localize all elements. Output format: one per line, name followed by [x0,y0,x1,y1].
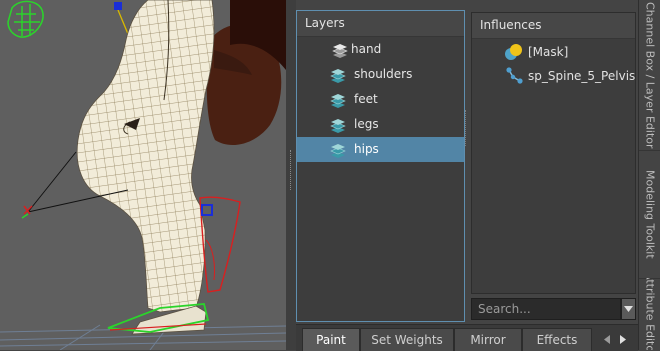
influence-row[interactable]: [Mask] [472,40,635,64]
layer-row-legs[interactable]: legs [297,112,464,137]
green-control-curve [7,0,44,38]
layer-stack-teal-icon [330,92,346,108]
layer-row-shoulders[interactable]: shoulders [297,62,464,87]
layer-label: hand [351,42,382,56]
layers-list: hand shoulders feet legs hips [297,37,464,162]
search-dropdown-button[interactable] [621,298,636,320]
tab-scroll-right-button[interactable] [616,330,630,348]
layer-label: feet [354,92,378,106]
layers-header: Layers [297,11,464,37]
tab-set-weights[interactable]: Set Weights [360,328,454,351]
layer-stack-teal-icon [330,117,346,133]
influence-label: [Mask] [528,45,569,59]
influence-row[interactable]: sp_Spine_5_Pelvis [472,64,635,88]
viewport-splitter[interactable] [286,0,296,350]
viewport-scene [0,0,286,350]
tab-paint[interactable]: Paint [302,328,360,351]
layers-panel: Layers hand shoulders feet legs hips [296,10,465,322]
tab-mirror[interactable]: Mirror [454,328,522,351]
influences-list: [Mask] sp_Spine_5_Pelvis [472,39,635,88]
side-tab-attribute-editor[interactable]: Attribute Editor [639,278,660,350]
layer-label: shoulders [354,67,413,81]
layer-row-hips[interactable]: hips [297,137,464,162]
tab-effects[interactable]: Effects [522,328,592,351]
blue-joint-marker [114,2,122,10]
influence-search-input[interactable] [471,298,621,320]
blue-foot-joint [201,204,213,216]
ik-locator-red [23,205,33,215]
arrow-right-icon [620,334,626,344]
splitter-grip[interactable] [290,150,293,190]
side-tab-modeling-toolkit[interactable]: Modeling Toolkit [639,150,660,279]
arrow-left-icon [604,334,610,344]
layer-row-hand[interactable]: hand [297,37,464,62]
layer-row-feet[interactable]: feet [297,87,464,112]
chevron-down-icon [624,306,633,312]
influences-panel: Influences [Mask] sp_Spine_5_Pelvis [471,12,636,294]
layer-stack-teal-icon [330,142,346,158]
influence-label: sp_Spine_5_Pelvis [528,69,636,83]
joint-icon [504,67,524,85]
foot-control-red [199,196,241,293]
panel-divider-grip[interactable] [465,110,468,146]
layer-label: hips [354,142,379,156]
layer-label: legs [354,117,379,131]
side-dock: Channel Box / Layer Editor Modeling Tool… [638,0,660,350]
side-tab-label: Modeling Toolkit [643,169,657,259]
influences-header: Influences [472,13,635,39]
3d-viewport[interactable] [0,0,286,350]
side-tab-label: Channel Box / Layer Editor [643,1,657,149]
layer-stack-grey-icon [332,42,348,58]
side-tab-label: Attribute Editor [643,278,657,350]
mask-icon [504,43,524,61]
tool-tab-bar: Paint Set Weights Mirror Effects [296,324,638,351]
character-mesh [76,0,215,313]
side-tab-channel-box[interactable]: Channel Box / Layer Editor [639,0,660,151]
tab-scroll-left-button[interactable] [600,330,614,348]
layer-stack-teal-icon [330,67,346,83]
